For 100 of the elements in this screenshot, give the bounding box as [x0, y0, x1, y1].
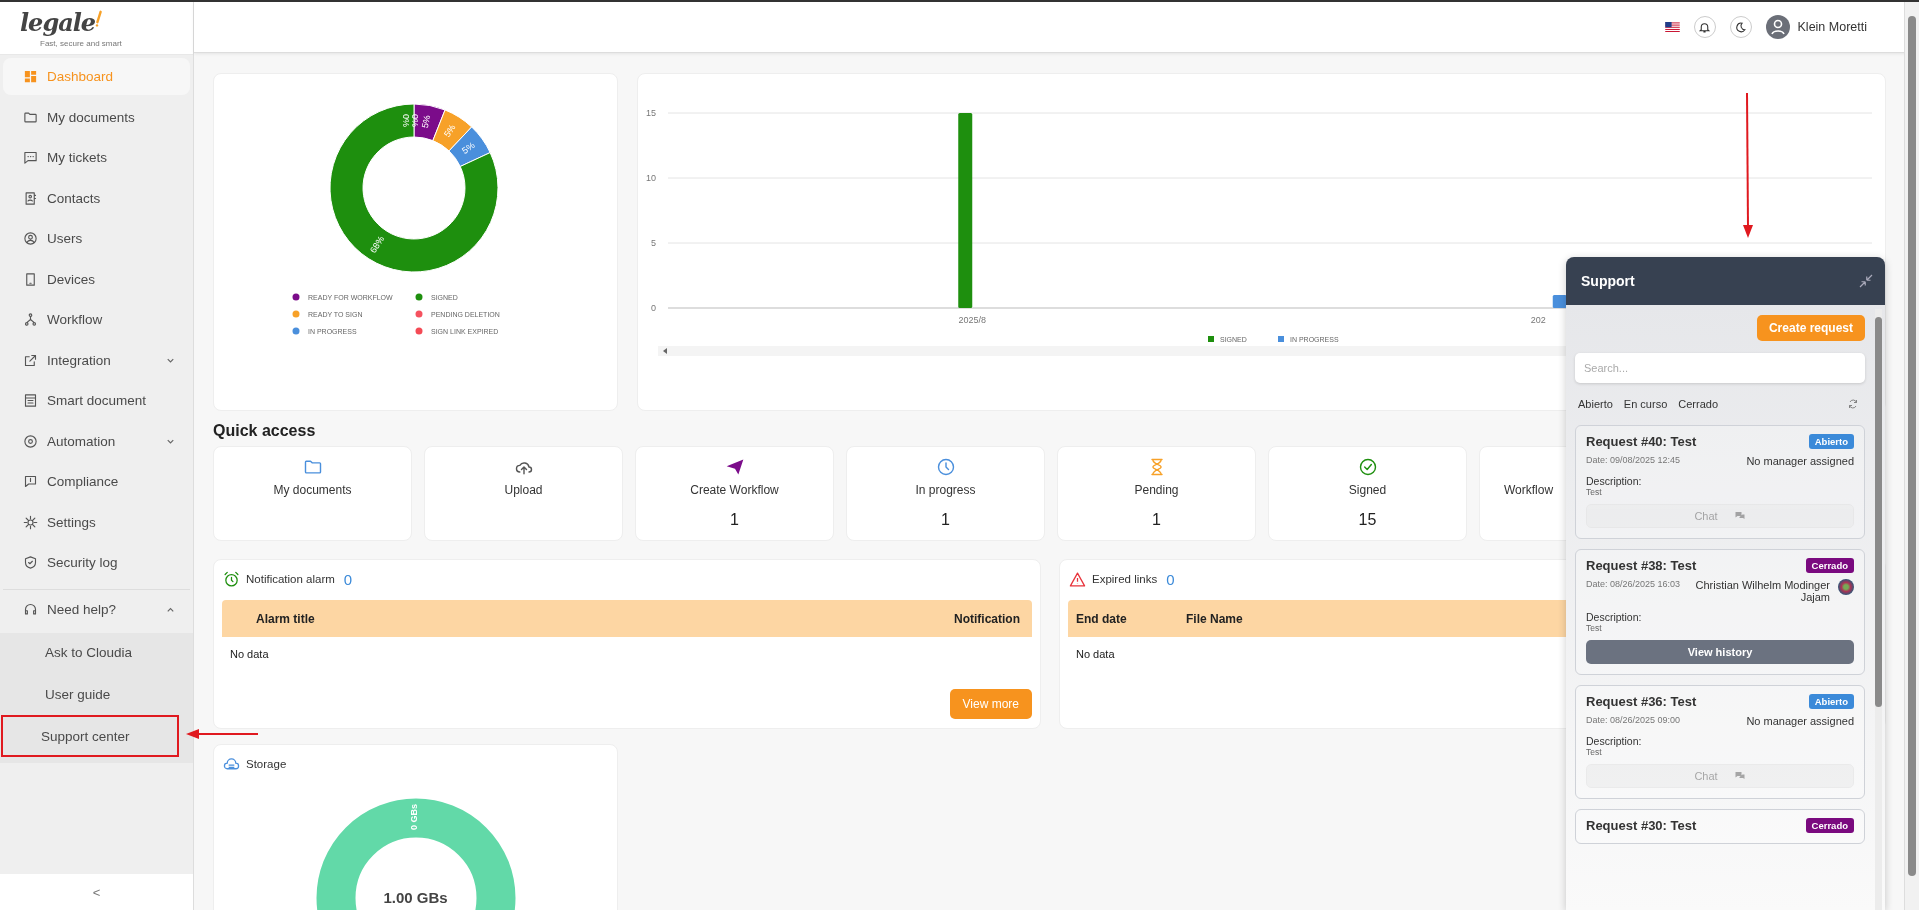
sidebar-item[interactable]: Contacts: [3, 179, 190, 217]
status-badge: Cerrado: [1805, 558, 1854, 573]
y-tick-label: 15: [646, 108, 656, 118]
count: 0: [1166, 570, 1175, 588]
legend-dot: [415, 310, 423, 318]
logo-wordmark: legale: [20, 8, 96, 37]
tile-count: 1: [730, 511, 739, 529]
target-icon: [23, 433, 38, 449]
notifications-button[interactable]: [1693, 16, 1716, 38]
tile-count: 15: [1358, 511, 1377, 529]
status-badge: Abierto: [1808, 434, 1854, 449]
bar: [1552, 295, 1567, 308]
tile-label: In progress: [915, 483, 976, 497]
network-icon: [23, 312, 38, 327]
request-title: Request #30: Test: [1586, 818, 1697, 833]
sidebar-item[interactable]: Need help?: [3, 588, 190, 630]
panel-title: Support: [1581, 273, 1635, 289]
theme-button[interactable]: [1729, 16, 1752, 38]
refresh-icon[interactable]: [1847, 398, 1859, 410]
bell-icon: [1698, 20, 1711, 34]
sidebar-item[interactable]: My tickets: [3, 139, 190, 176]
sidebar-item[interactable]: My documents: [3, 98, 190, 136]
section-title: Notification alarm: [246, 573, 335, 585]
sidebar-subitem[interactable]: Ask to Cloudia: [3, 633, 177, 671]
logo-tagline: Fast, secure and smart: [40, 39, 122, 48]
sidebar-item[interactable]: Compliance: [3, 463, 190, 500]
request-date: Date: 09/08/2025 12:45: [1586, 455, 1681, 465]
sidebar-item[interactable]: Workflow: [3, 301, 190, 338]
column-header: Notification: [954, 611, 1020, 626]
y-tick-label: 0: [651, 303, 656, 313]
warning-icon: [1069, 570, 1086, 588]
sidebar-item[interactable]: Smart document: [3, 382, 190, 419]
collapse-button[interactable]: <: [84, 882, 109, 902]
sidebar-item[interactable]: Settings: [3, 503, 190, 541]
x-axis-label: 202: [1530, 315, 1546, 325]
tile-label: My documents: [273, 483, 352, 497]
scrollbar[interactable]: [1904, 2, 1919, 910]
legend-dot: [292, 310, 300, 318]
legend-swatch: [1278, 336, 1284, 342]
description-label: Description:: [1586, 475, 1643, 487]
description-text: Test: [1586, 487, 1603, 497]
quick-access-tile[interactable]: Create Workflow 1: [635, 446, 834, 541]
sidebar-subitem[interactable]: User guide: [3, 675, 177, 713]
user-icon: [23, 231, 38, 246]
sidebar-item[interactable]: Security log: [3, 544, 190, 581]
slice-label: 0%: [409, 114, 420, 127]
slice-label: 5%: [419, 114, 433, 129]
status-badge: Abierto: [1808, 694, 1854, 709]
chat-icon: [1733, 510, 1746, 522]
request-title: Request #38: Test: [1586, 558, 1697, 573]
sidebar-item[interactable]: Devices: [3, 260, 190, 298]
sidebar-item[interactable]: Automation: [3, 422, 190, 460]
request-card[interactable]: Request #38: Test Cerrado Date: 08/26/2025 16:03 Christian Wilhelm Modinger Jajam Description: Test View history: [1575, 549, 1865, 675]
filter-tab[interactable]: Cerrado: [1675, 396, 1722, 412]
description-text: Test: [1586, 747, 1603, 757]
section-title: Storage: [246, 758, 287, 770]
sidebar-item[interactable]: Users: [3, 220, 190, 257]
manager-name: No manager assigned: [1745, 455, 1854, 467]
view-history-button[interactable]: View history: [1586, 640, 1854, 664]
slice-label: 0%: [400, 114, 411, 127]
filter-tab[interactable]: Abierto: [1575, 396, 1616, 412]
column-header: End date: [1076, 611, 1128, 626]
external-link-icon: [23, 352, 38, 368]
alarm-clock-icon: [223, 570, 240, 588]
flag-icon[interactable]: [1664, 22, 1680, 32]
quick-access-tile[interactable]: My documents: [213, 446, 412, 541]
quick-access-tile[interactable]: In progress 1: [846, 446, 1045, 541]
y-tick-label: 10: [646, 173, 656, 183]
legend-dot: [415, 293, 423, 301]
user-name[interactable]: Klein Moretti: [1797, 20, 1867, 34]
comment-icon: [23, 474, 38, 489]
tile-label: Workflow: [1504, 483, 1554, 497]
search-field[interactable]: Search...: [1575, 353, 1865, 383]
sidebar-item[interactable]: Integration: [3, 341, 190, 379]
status-badge: Cerrado: [1805, 818, 1854, 833]
avatar-icon[interactable]: [1765, 15, 1790, 39]
scroll-track[interactable]: [658, 346, 1566, 356]
total-label: 1.00 GBs: [382, 889, 449, 906]
column-header: File Name: [1186, 611, 1243, 626]
scrollbar[interactable]: [1875, 309, 1882, 910]
request-title: Request #40: Test: [1586, 434, 1697, 449]
scroll-left-icon[interactable]: [663, 348, 667, 354]
legend-dot: [292, 293, 300, 301]
sidebar-subitem[interactable]: Support center: [3, 717, 177, 755]
request-title: Request #36: Test: [1586, 694, 1697, 709]
empty-message: No data: [1076, 648, 1115, 660]
y-tick-label: 5: [651, 238, 656, 248]
empty-message: No data: [230, 648, 269, 660]
quick-access-tile[interactable]: Pending 1: [1057, 446, 1256, 541]
manager-name: No manager assigned: [1745, 715, 1854, 727]
column-header: Alarm title: [256, 611, 316, 626]
address-book-icon: [23, 190, 38, 206]
minimize-icon[interactable]: [1857, 272, 1875, 290]
legend-dot: [415, 327, 423, 335]
request-card[interactable]: Request #30: Test Cerrado: [1575, 809, 1865, 844]
quick-access-tile[interactable]: Upload: [424, 446, 623, 541]
annotation-arrow: [186, 728, 258, 740]
quick-access-tile[interactable]: Signed 15: [1268, 446, 1467, 541]
description-text: Test: [1586, 623, 1603, 633]
filter-tab[interactable]: En curso: [1620, 396, 1671, 412]
